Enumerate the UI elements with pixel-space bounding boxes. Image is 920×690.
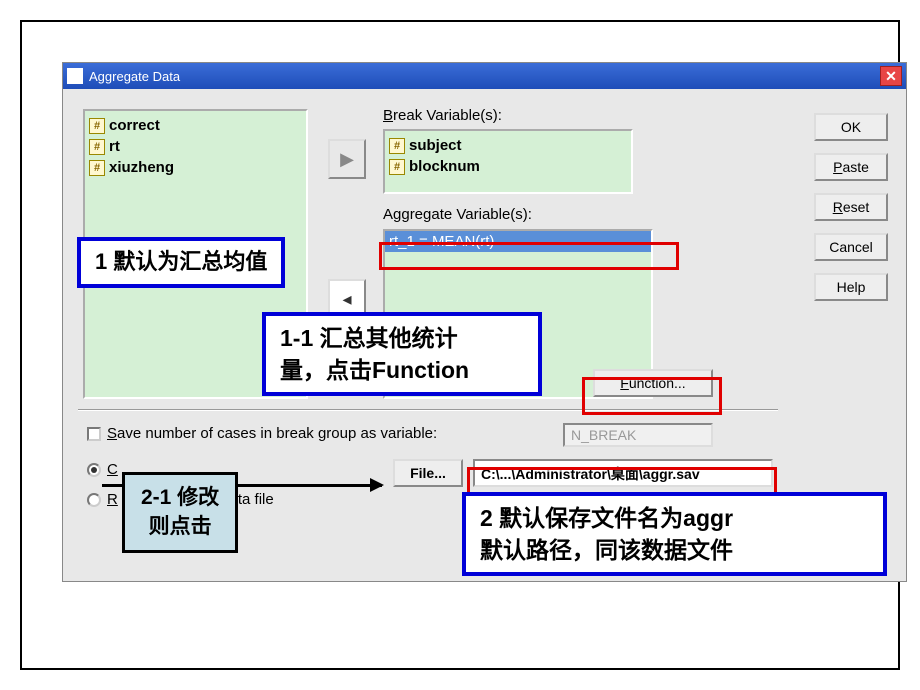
- aggregate-label: Aggregate Variable(s):: [383, 206, 532, 223]
- slide-border: Aggregate Data ✕ # correct # rt # xiuzhe…: [20, 20, 900, 670]
- list-item[interactable]: rt_1 = MEAN(rt): [385, 231, 651, 252]
- list-item[interactable]: # subject: [389, 135, 627, 156]
- button-column: OK Paste Reset Cancel Help: [814, 113, 888, 301]
- nbreak-input: N_BREAK: [563, 423, 713, 447]
- arrow-icon: ◂: [342, 289, 351, 310]
- list-item[interactable]: # rt: [89, 136, 302, 157]
- annotation-line: 2 默认保存文件名为aggr: [480, 502, 869, 534]
- cancel-button[interactable]: Cancel: [814, 233, 888, 261]
- window-title: Aggregate Data: [89, 69, 180, 84]
- annotation-line: 2-1 修改: [141, 483, 219, 512]
- var-label: correct: [109, 117, 160, 134]
- save-cases-checkbox[interactable]: [87, 427, 101, 441]
- list-item[interactable]: # xiuzheng: [89, 157, 302, 178]
- var-label: subject: [409, 137, 462, 154]
- divider: [78, 409, 778, 411]
- app-icon: [67, 68, 83, 84]
- titlebar: Aggregate Data ✕: [63, 63, 906, 89]
- list-item[interactable]: # correct: [89, 115, 302, 136]
- reset-button[interactable]: Reset: [814, 193, 888, 221]
- close-button[interactable]: ✕: [880, 66, 902, 86]
- annotation-line: 1-1 汇总其他统计: [280, 322, 524, 354]
- list-item[interactable]: # blocknum: [389, 156, 627, 177]
- radio-button[interactable]: [87, 493, 101, 507]
- annotation-1-1: 1-1 汇总其他统计 量，点击Function: [262, 312, 542, 396]
- file-button[interactable]: File...: [393, 459, 463, 487]
- annotation-2: 2 默认保存文件名为aggr 默认路径，同该数据文件: [462, 492, 887, 576]
- radio-button[interactable]: [87, 463, 101, 477]
- radio-label: C: [107, 461, 118, 478]
- scale-var-icon: #: [389, 138, 405, 154]
- save-cases-row: Save number of cases in break group as v…: [87, 425, 437, 442]
- arrow-right-icon: ▶: [340, 149, 354, 170]
- annotation-2-1: 2-1 修改 则点击: [122, 472, 238, 553]
- file-path-input[interactable]: C:\...\Administrator\桌面\aggr.sav: [473, 459, 773, 487]
- move-to-break-button[interactable]: ▶: [328, 139, 366, 179]
- close-icon: ✕: [885, 68, 897, 85]
- scale-var-icon: #: [389, 159, 405, 175]
- break-label: Break Variable(s):: [383, 107, 502, 124]
- annotation-line: 量，点击Function: [280, 354, 524, 386]
- var-label: rt: [109, 138, 120, 155]
- scale-var-icon: #: [89, 139, 105, 155]
- annotation-line: 默认路径，同该数据文件: [480, 534, 869, 566]
- annotation-1: 1 默认为汇总均值: [77, 237, 285, 288]
- save-cases-label: Save number of cases in break group as v…: [107, 425, 437, 442]
- help-button[interactable]: Help: [814, 273, 888, 301]
- scale-var-icon: #: [89, 118, 105, 134]
- break-variable-list[interactable]: # subject # blocknum: [383, 129, 633, 194]
- radio-label: R: [107, 491, 118, 508]
- paste-button[interactable]: Paste: [814, 153, 888, 181]
- function-button[interactable]: Function...: [593, 369, 713, 397]
- radio-label-tail: ta file: [238, 491, 274, 508]
- ok-button[interactable]: OK: [814, 113, 888, 141]
- radio-dot-icon: [91, 467, 97, 473]
- radio-create-new[interactable]: C: [87, 461, 118, 478]
- var-label: blocknum: [409, 158, 480, 175]
- annotation-line: 则点击: [141, 512, 219, 541]
- break-label-text: reak Variable(s):: [393, 107, 502, 124]
- scale-var-icon: #: [89, 160, 105, 176]
- var-label: xiuzheng: [109, 159, 174, 176]
